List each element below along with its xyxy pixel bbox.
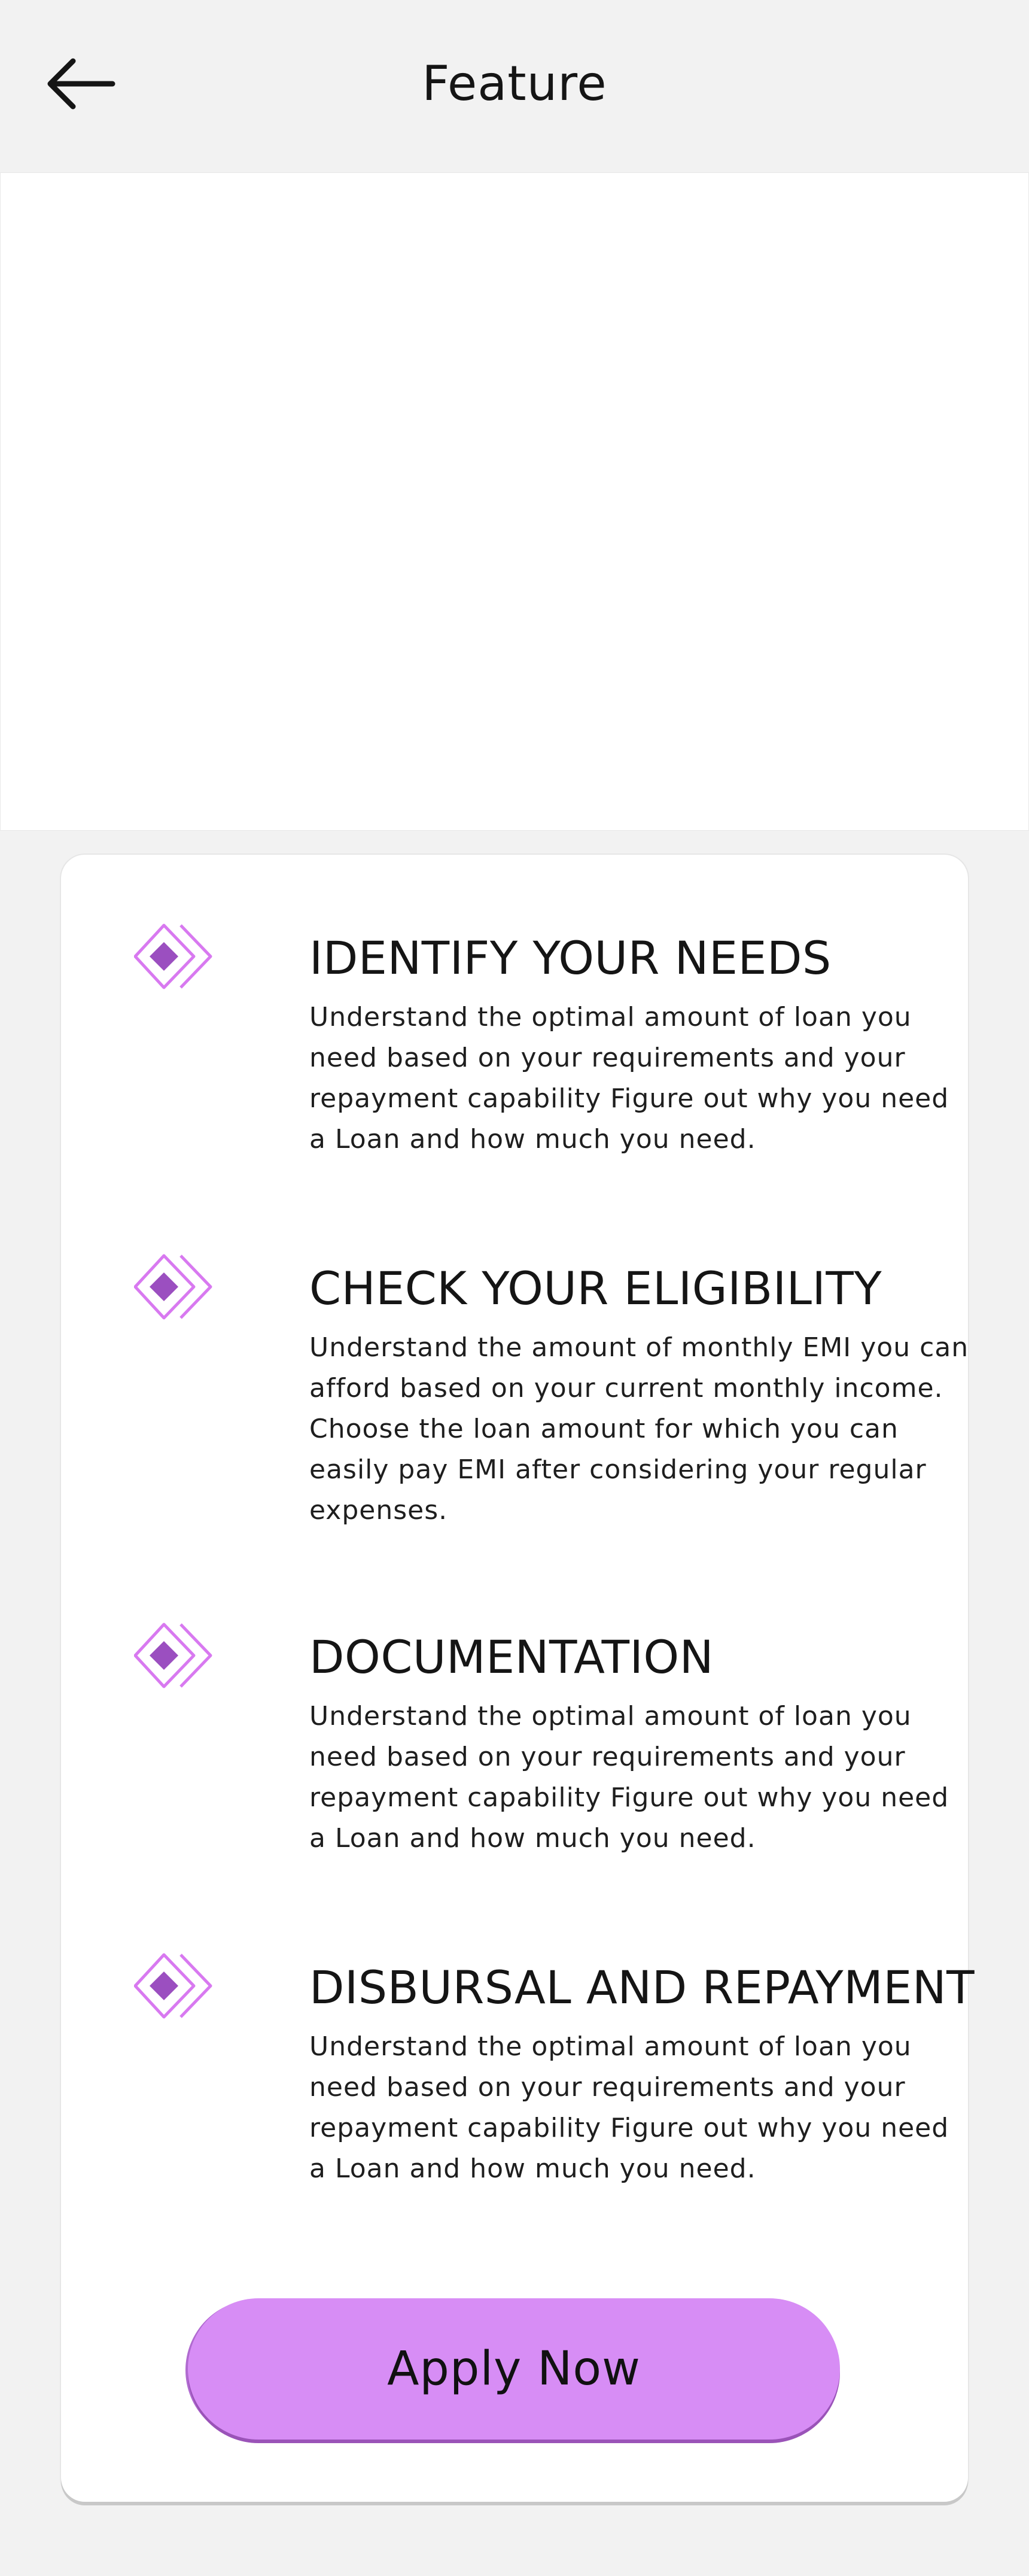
feature-title: IDENTIFY YOUR NEEDS [309, 931, 832, 985]
feature-title: DOCUMENTATION [309, 1630, 714, 1684]
hero-image-area [0, 172, 1029, 831]
apply-now-label: Apply Now [387, 2342, 641, 2396]
features-card: IDENTIFY YOUR NEEDS Understand the optim… [61, 855, 975, 2502]
diamond-arrow-icon [134, 924, 212, 989]
feature-description: Understand the optimal amount of loan yo… [309, 2031, 949, 2184]
app-bar: Feature [0, 0, 1029, 172]
feature-title: CHECK YOUR ELIGIBILITY [309, 1262, 882, 1315]
apply-now-button[interactable]: Apply Now [188, 2298, 840, 2440]
feature-description: Understand the optimal amount of loan yo… [309, 1701, 949, 1854]
page-title: Feature [422, 56, 607, 111]
diamond-arrow-icon [134, 1623, 212, 1688]
feature-description: Understand the amount of monthly EMI you… [309, 1332, 969, 1526]
diamond-arrow-icon [134, 1254, 212, 1320]
feature-title: DISBURSAL AND REPAYMENT [309, 1961, 975, 2014]
diamond-arrow-icon [134, 1953, 212, 2019]
feature-description: Understand the optimal amount of loan yo… [309, 1002, 949, 1155]
